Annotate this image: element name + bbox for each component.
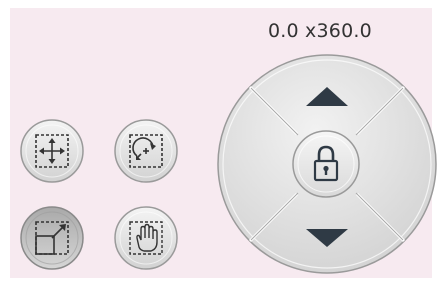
move-tool-button[interactable] (20, 119, 84, 183)
dial-down-button[interactable] (290, 210, 364, 250)
pan-tool-button[interactable] (114, 206, 178, 270)
panel-canvas (10, 8, 437, 278)
transform-panel: 0.0 x360.0 (0, 0, 437, 290)
lock-button[interactable] (292, 130, 360, 198)
size-readout: 0.0 x360.0 (268, 20, 372, 42)
resize-tool-button[interactable] (20, 206, 84, 270)
dial-up-button[interactable] (290, 80, 364, 120)
rotate-tool-button[interactable] (114, 119, 178, 183)
